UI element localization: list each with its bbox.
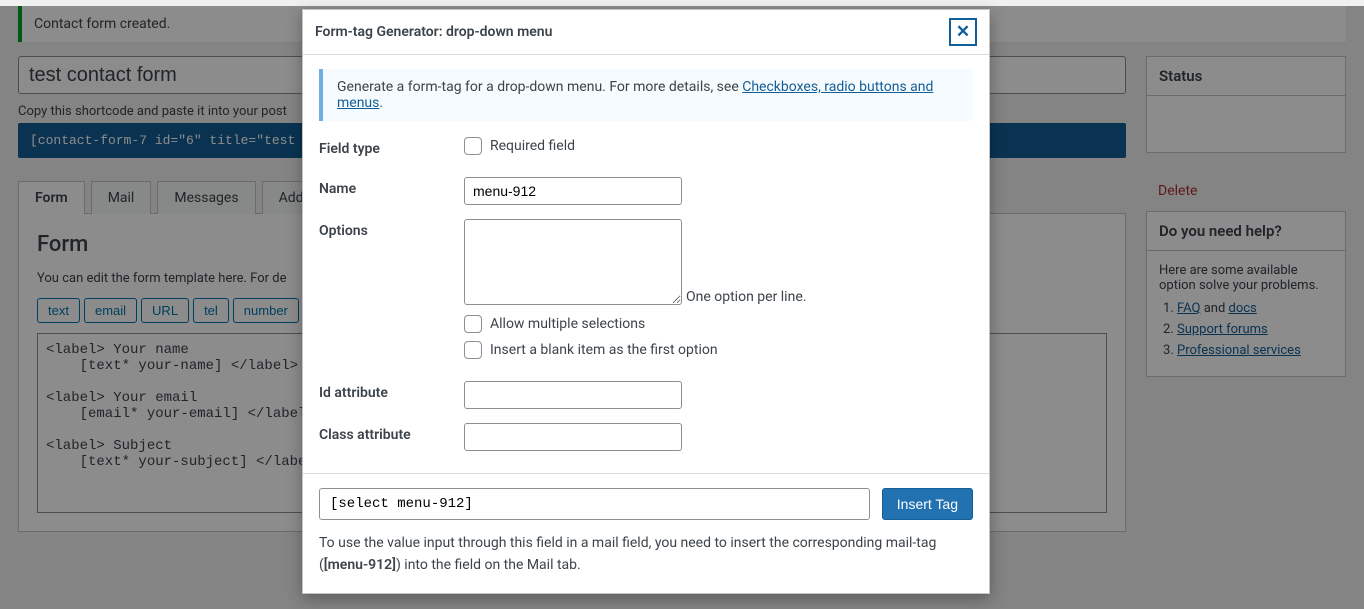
options-textarea[interactable] [464,219,682,305]
options-hint: One option per line. [686,289,806,305]
mailtag-code: [menu-912] [324,557,396,573]
insert-tag-button[interactable]: Insert Tag [882,488,973,520]
classattr-input[interactable] [464,423,682,451]
label-options: Options [319,219,464,239]
allow-multiple-label: Allow multiple selections [490,316,645,332]
name-input[interactable] [464,177,682,205]
tag-output[interactable] [319,488,870,520]
label-classattr: Class attribute [319,423,464,443]
formtag-modal: Form-tag Generator: drop-down menu ✕ Gen… [302,9,990,594]
allow-multiple-checkbox[interactable] [464,315,482,333]
close-icon: ✕ [956,22,970,42]
insert-blank-label: Insert a blank item as the first option [490,342,718,358]
label-name: Name [319,177,464,197]
modal-close-button[interactable]: ✕ [949,18,977,46]
required-checkbox[interactable] [464,137,482,155]
modal-title: Form-tag Generator: drop-down menu [315,24,552,40]
label-fieldtype: Field type [319,137,464,157]
mailtag-hint: To use the value input through this fiel… [319,532,973,577]
required-label: Required field [490,138,575,154]
idattr-input[interactable] [464,381,682,409]
modal-info-callout: Generate a form-tag for a drop-down menu… [319,69,973,121]
insert-blank-checkbox[interactable] [464,341,482,359]
label-idattr: Id attribute [319,381,464,401]
